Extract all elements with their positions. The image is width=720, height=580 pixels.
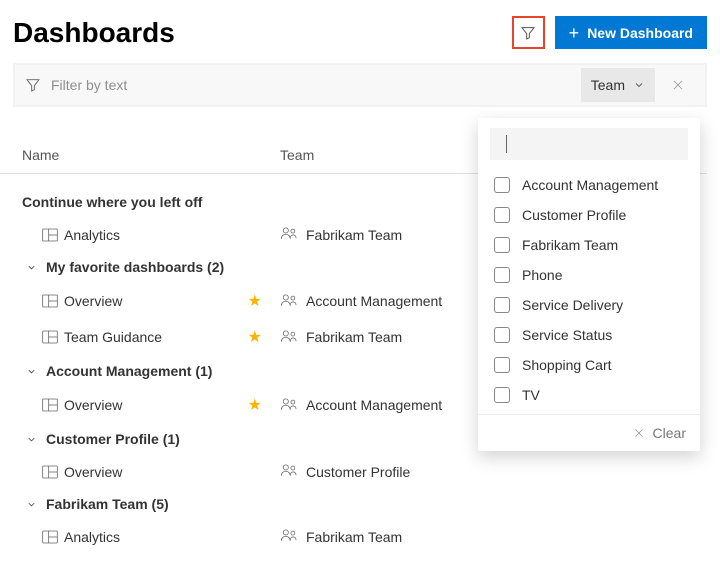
popup-option-label: TV: [522, 387, 540, 403]
popup-option[interactable]: Service Status: [478, 320, 700, 350]
group-label: Account Management (1): [46, 363, 212, 379]
dashboard-name: Overview: [64, 397, 122, 413]
popup-option[interactable]: Customer Profile: [478, 200, 700, 230]
funnel-icon: [25, 77, 41, 93]
popup-option-label: Account Management: [522, 177, 658, 193]
group-label: Customer Profile (1): [46, 431, 180, 447]
checkbox[interactable]: [494, 177, 510, 193]
group-header[interactable]: Fabrikam Team (5): [22, 488, 720, 520]
dashboard-icon: [42, 228, 64, 242]
team-icon: [280, 329, 298, 346]
filter-icon-button[interactable]: [512, 16, 545, 49]
team-name: Customer Profile: [306, 464, 410, 480]
checkbox[interactable]: [494, 327, 510, 343]
popup-search-box[interactable]: [490, 128, 688, 160]
team-name: Fabrikam Team: [306, 227, 402, 243]
checkbox[interactable]: [494, 357, 510, 373]
group-label: Continue where you left off: [22, 194, 202, 210]
dashboard-icon: [42, 398, 64, 412]
column-header-name[interactable]: Name: [22, 147, 280, 163]
checkbox[interactable]: [494, 297, 510, 313]
close-icon: [633, 427, 645, 439]
page-title: Dashboards: [13, 17, 175, 49]
popup-option-label: Customer Profile: [522, 207, 626, 223]
group-label: Fabrikam Team (5): [46, 496, 169, 512]
dashboard-row[interactable]: Analytics Fabrikam Team: [22, 520, 720, 553]
new-dashboard-button[interactable]: + New Dashboard: [555, 16, 707, 49]
filter-text-input[interactable]: [51, 77, 581, 93]
popup-option-label: Phone: [522, 267, 562, 283]
team-filter-popup: Account Management Customer Profile Fabrik…: [478, 118, 700, 451]
dashboard-name: Team Guidance: [64, 329, 162, 345]
dashboard-name: Overview: [64, 464, 122, 480]
dashboard-icon: [42, 465, 64, 479]
team-dropdown-label: Team: [591, 77, 625, 93]
close-icon: [671, 78, 685, 92]
plus-icon: +: [569, 24, 580, 42]
popup-option[interactable]: Service Delivery: [478, 290, 700, 320]
funnel-icon: [520, 25, 536, 41]
popup-clear-label: Clear: [653, 425, 686, 441]
checkbox[interactable]: [494, 207, 510, 223]
chevron-down-icon: [22, 499, 40, 510]
dashboard-name: Overview: [64, 293, 122, 309]
group-label: My favorite dashboards (2): [46, 259, 224, 275]
checkbox[interactable]: [494, 387, 510, 403]
popup-option-label: Shopping Cart: [522, 357, 612, 373]
checkbox[interactable]: [494, 267, 510, 283]
chevron-down-icon: [22, 262, 40, 273]
popup-option[interactable]: Phone: [478, 260, 700, 290]
dashboard-name: Analytics: [64, 529, 120, 545]
dashboard-icon: [42, 530, 64, 544]
popup-option[interactable]: TV: [478, 380, 700, 410]
popup-option[interactable]: Fabrikam Team: [478, 230, 700, 260]
team-icon: [280, 528, 298, 545]
popup-search-input[interactable]: [506, 135, 694, 153]
favorite-star-icon[interactable]: ★: [248, 395, 262, 415]
popup-option-label: Service Delivery: [522, 297, 623, 313]
favorite-star-icon[interactable]: ★: [248, 327, 262, 347]
favorite-star-icon[interactable]: ★: [248, 291, 262, 311]
chevron-down-icon: [633, 79, 645, 91]
team-name: Fabrikam Team: [306, 529, 402, 545]
popup-option-label: Service Status: [522, 327, 612, 343]
popup-option[interactable]: Account Management: [478, 170, 700, 200]
team-name: Account Management: [306, 397, 442, 413]
chevron-down-icon: [22, 434, 40, 445]
team-icon: [280, 226, 298, 243]
dashboard-icon: [42, 330, 64, 344]
team-dropdown[interactable]: Team: [581, 68, 655, 102]
popup-option[interactable]: Shopping Cart: [478, 350, 700, 380]
checkbox[interactable]: [494, 237, 510, 253]
team-icon: [280, 463, 298, 480]
popup-option-label: Fabrikam Team: [522, 237, 618, 253]
team-name: Fabrikam Team: [306, 329, 402, 345]
dashboard-row[interactable]: Overview Customer Profile: [22, 455, 720, 488]
dashboard-icon: [42, 294, 64, 308]
dashboard-name: Analytics: [64, 227, 120, 243]
chevron-down-icon: [22, 366, 40, 377]
popup-clear-button[interactable]: Clear: [478, 414, 700, 451]
new-dashboard-label: New Dashboard: [587, 25, 693, 41]
team-icon: [280, 293, 298, 310]
team-name: Account Management: [306, 293, 442, 309]
team-icon: [280, 397, 298, 414]
clear-filter-button[interactable]: [661, 68, 695, 102]
